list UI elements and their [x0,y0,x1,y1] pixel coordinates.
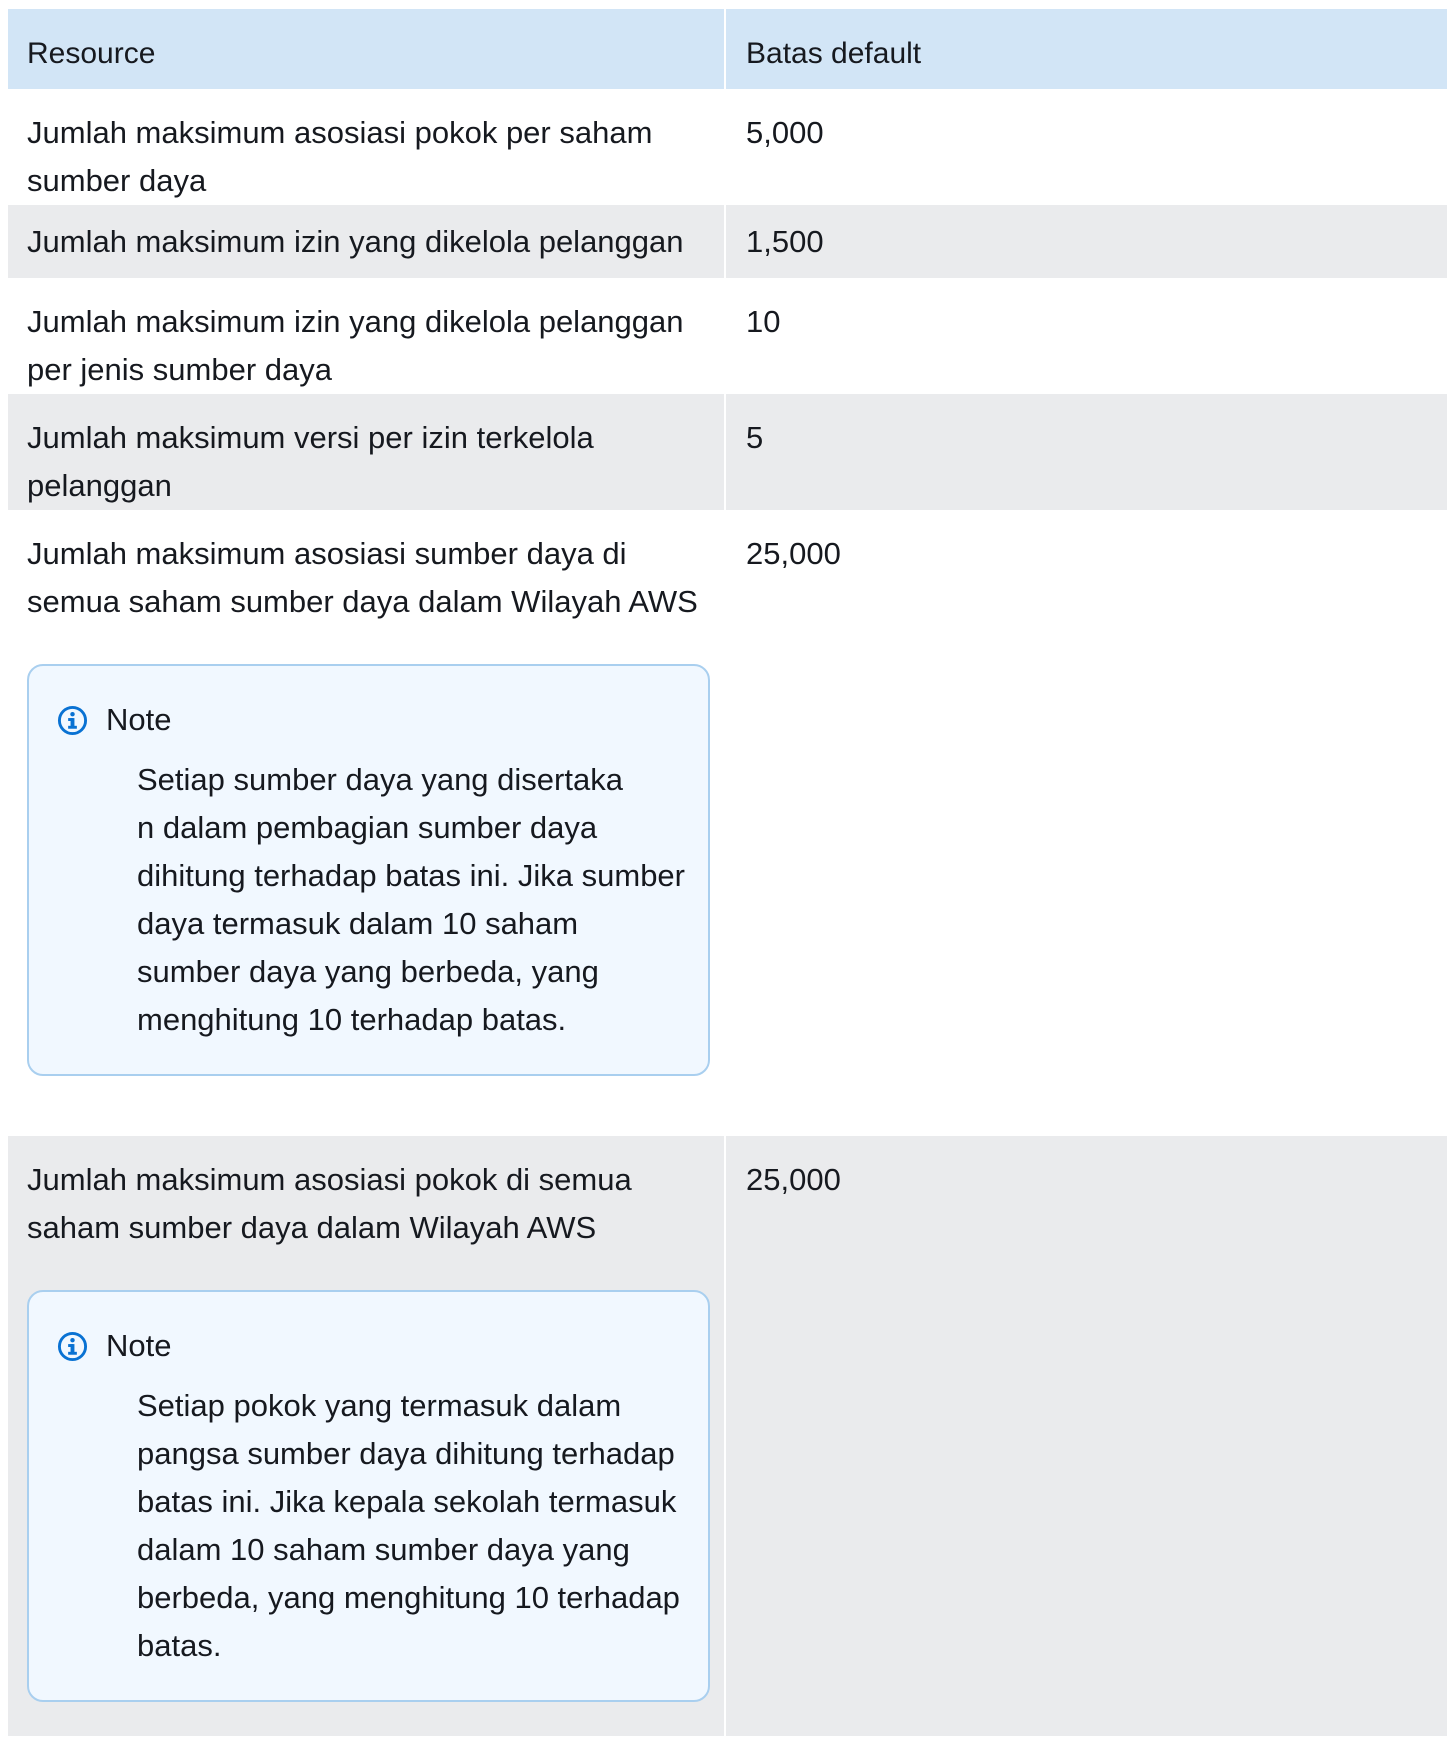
note-body: Setiap sumber daya yang disertaka n dala… [137,756,688,1044]
table-row: Jumlah maksimum asosiasi pokok per saham… [8,89,1447,205]
header-default-limit: Batas default [746,37,922,70]
note-body: Setiap pokok yang termasuk dalam pangsa … [137,1382,688,1670]
table-row: Jumlah maksimum versi per izin terkelola… [8,394,1447,510]
resource-cell: Jumlah maksimum izin yang dikelola pelan… [27,224,684,259]
limit-cell: 25,000 [746,536,841,571]
resource-cell: Jumlah maksimum asosiasi pokok per saham… [27,115,653,198]
note-line: sumber daya yang berbeda, yang [137,954,599,989]
info-circle-icon [57,1331,88,1361]
resource-cell: Jumlah maksimum izin yang dikelola pelan… [27,304,684,387]
note-line: Setiap pokok yang termasuk dalam [137,1388,622,1423]
resource-cell: Jumlah maksimum asosiasi sumber daya di … [27,536,698,619]
limit-cell: 25,000 [746,1162,841,1197]
note-line: Setiap sumber daya yang disertaka [137,762,623,797]
note-line: batas ini. Jika kepala sekolah termasuk [137,1484,677,1519]
note-line: dihitung terhadap batas ini. Jika sumber [137,858,685,893]
note-line: dalam 10 saham sumber daya yang [137,1532,630,1567]
limit-cell: 1,500 [746,224,824,259]
note-line: n dalam pembagian sumber daya [137,810,598,845]
table-row: Jumlah maksimum asosiasi pokok di semua … [8,1136,1447,1736]
note-line: daya termasuk dalam 10 saham [137,906,579,941]
info-circle-icon [57,705,88,735]
resource-cell: Jumlah maksimum asosiasi pokok di semua … [27,1162,632,1245]
resource-cell: Jumlah maksimum versi per izin terkelola… [27,420,594,503]
header-resource: Resource [8,9,726,89]
note-line: berbeda, yang menghitung 10 terhadap [137,1580,680,1615]
note-title: Note [106,1328,172,1363]
table-row: Jumlah maksimum izin yang dikelola pelan… [8,205,1447,278]
note-title: Note [106,702,172,737]
note-line: menghitung 10 terhadap batas. [137,1002,567,1037]
note-box: Note Setiap pokok yang termasuk dalam pa… [27,1290,710,1702]
limits-table: Resource Batas default Jumlah maksimum a… [8,9,1447,1736]
table-row: Jumlah maksimum asosiasi sumber daya di … [8,510,1447,1136]
table-row: Jumlah maksimum izin yang dikelola pelan… [8,278,1447,394]
note-box: Note Setiap sumber daya yang disertaka n… [27,664,710,1076]
note-line: pangsa sumber daya dihitung terhadap [137,1436,675,1471]
table-header-row: Resource Batas default [8,9,1447,89]
note-line: batas. [137,1628,222,1663]
limit-cell: 5,000 [746,115,824,150]
limit-cell: 5 [746,420,764,455]
limit-cell: 10 [746,304,781,339]
